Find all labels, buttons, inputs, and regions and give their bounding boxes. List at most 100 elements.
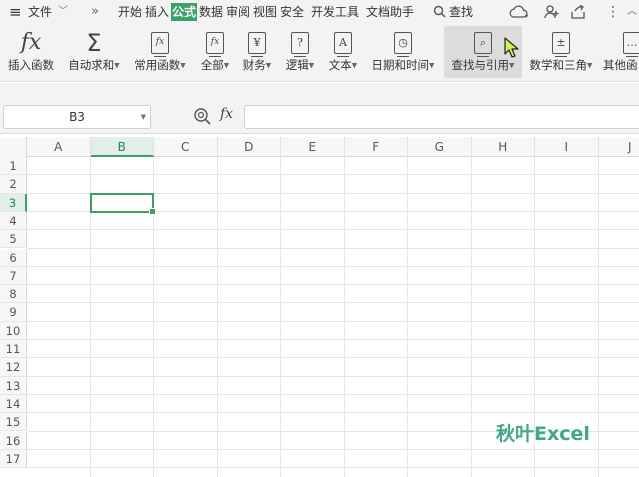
row-header-7[interactable]: 7 xyxy=(0,266,27,286)
row-header-5[interactable]: 5 xyxy=(0,230,27,249)
row-gridline xyxy=(27,467,639,469)
select-all-corner[interactable] xyxy=(0,137,27,157)
name-box[interactable]: B3 ▼ xyxy=(3,105,151,129)
row-header-8[interactable]: 8 xyxy=(0,285,27,304)
file-menu-caret-icon[interactable]: ﹀ xyxy=(58,0,68,24)
tab-security[interactable]: 安全 xyxy=(280,0,304,24)
more-functions-button[interactable]: … 其他函 xyxy=(603,26,639,78)
text-functions-button[interactable]: A 文本▼ xyxy=(324,26,362,78)
column-header-h[interactable]: H xyxy=(472,137,535,157)
row-gridline xyxy=(27,247,639,249)
formula-input[interactable] xyxy=(244,105,639,129)
chevron-down-icon: ▼ xyxy=(265,61,272,70)
formulas-ribbon: fx 插入函数 Σ 自动求和▼ fx 常用函数▼ fx 全部▼ ¥ 财务▼ ? … xyxy=(0,24,639,82)
math-icon: ± xyxy=(525,29,597,57)
insert-function-fx-icon[interactable]: fx xyxy=(220,106,233,122)
share-user-icon[interactable] xyxy=(543,0,561,24)
row-gridline xyxy=(27,229,639,231)
datetime-label: 日期和时间 xyxy=(371,58,430,72)
row-header-9[interactable]: 9 xyxy=(0,303,27,322)
column-gridline xyxy=(470,157,472,477)
tab-data[interactable]: 数据 xyxy=(199,0,223,24)
row-header-10[interactable]: 10 xyxy=(0,321,27,340)
text-icon: A xyxy=(324,29,362,57)
column-header-b[interactable]: B xyxy=(90,137,154,157)
row-header-3[interactable]: 3 xyxy=(0,193,27,212)
search-label[interactable]: 查找 xyxy=(449,0,473,24)
more-options-icon[interactable]: ⋮ xyxy=(606,0,620,24)
tab-formulas[interactable]: 公式 xyxy=(171,3,198,21)
row-header-16[interactable]: 16 xyxy=(0,431,27,450)
file-menu[interactable]: 文件 xyxy=(28,0,52,24)
lookup-reference-label: 查找与引用 xyxy=(451,58,510,72)
row-header-17[interactable]: 17 xyxy=(0,449,27,469)
all-functions-button[interactable]: fx 全部▼ xyxy=(196,26,234,78)
row-header-2[interactable]: 2 xyxy=(0,175,27,194)
all-functions-label: 全部 xyxy=(200,58,224,72)
row-header-13[interactable]: 13 xyxy=(0,376,27,395)
cloud-sync-icon[interactable]: ▾ xyxy=(508,0,530,24)
row-header-1[interactable]: 1 xyxy=(0,157,27,176)
tab-doc-assistant[interactable]: 文档助手 xyxy=(366,0,414,24)
logic-icon: ? xyxy=(281,29,319,57)
hamburger-menu-icon[interactable]: ≡ xyxy=(9,0,22,24)
row-header-14[interactable]: 14 xyxy=(0,394,27,414)
chevron-down-icon: ▼ xyxy=(351,61,358,70)
column-header-a[interactable]: A xyxy=(27,137,91,157)
chevron-down-icon: ▼ xyxy=(223,61,230,70)
column-header-j[interactable]: J xyxy=(599,137,639,157)
column-header-f[interactable]: F xyxy=(345,137,408,157)
zoom-formula-icon[interactable] xyxy=(193,107,213,127)
export-share-icon[interactable] xyxy=(569,0,587,24)
datetime-icon: ◷ xyxy=(367,29,439,57)
row-header-11[interactable]: 11 xyxy=(0,340,27,359)
sigma-icon: Σ xyxy=(86,29,102,57)
row-header-12[interactable]: 12 xyxy=(0,358,27,377)
chevron-down-icon[interactable]: ▼ xyxy=(141,106,146,128)
logic-functions-button[interactable]: ? 逻辑▼ xyxy=(281,26,319,78)
row-gridline xyxy=(27,393,639,395)
more-functions-icon: … xyxy=(623,29,639,57)
row-header-15[interactable]: 15 xyxy=(0,413,27,432)
row-gridline xyxy=(27,320,639,322)
chevron-down-icon: ▼ xyxy=(114,61,120,70)
insert-function-button[interactable]: fx 插入函数 xyxy=(2,26,60,78)
row-gridline xyxy=(27,265,639,267)
menu-bar: ≡ 文件 ﹀ » 开始 插入 公式 数据 审阅 视图 安全 开发工具 文档助手 … xyxy=(0,0,639,24)
tab-developer[interactable]: 开发工具 xyxy=(311,0,359,24)
column-header-d[interactable]: D xyxy=(218,137,281,157)
row-gridline xyxy=(27,302,639,304)
math-trig-functions-button[interactable]: ± 数学和三角▼ xyxy=(525,26,597,78)
toolbar-spacer xyxy=(0,83,639,101)
tab-home[interactable]: 开始 xyxy=(118,0,142,24)
column-header-c[interactable]: C xyxy=(154,137,218,157)
row-gridline xyxy=(27,174,639,176)
chevron-down-icon: ▼ xyxy=(587,61,593,70)
formula-bar: B3 ▼ fx xyxy=(0,101,639,134)
more-functions-label: 其他函 xyxy=(603,58,638,72)
tab-view[interactable]: 视图 xyxy=(253,0,277,24)
column-header-i[interactable]: I xyxy=(535,137,599,157)
finance-functions-button[interactable]: ¥ 财务▼ xyxy=(238,26,276,78)
tab-insert[interactable]: 插入 xyxy=(145,0,169,24)
tab-review[interactable]: 审阅 xyxy=(226,0,250,24)
finance-label: 财务 xyxy=(242,58,266,72)
datetime-functions-button[interactable]: ◷ 日期和时间▼ xyxy=(367,26,439,78)
more-tabs-icon[interactable]: » xyxy=(91,0,99,24)
name-box-value: B3 xyxy=(69,110,85,124)
search-icon[interactable] xyxy=(431,0,447,24)
column-header-e[interactable]: E xyxy=(281,137,345,157)
row-gridline xyxy=(27,448,639,450)
chevron-down-icon: ▼ xyxy=(429,61,435,70)
column-header-g[interactable]: G xyxy=(408,137,472,157)
fx-icon: fx xyxy=(20,30,42,55)
row-header-6[interactable]: 6 xyxy=(0,248,27,267)
autosum-button[interactable]: Σ 自动求和▼ xyxy=(62,26,126,78)
insert-function-label: 插入函数 xyxy=(8,58,54,72)
collapse-ribbon-icon[interactable]: ︿ xyxy=(625,0,639,24)
row-header-4[interactable]: 4 xyxy=(0,211,27,231)
chevron-down-icon: ▼ xyxy=(509,61,515,70)
selected-cell-b3[interactable] xyxy=(90,193,156,215)
logic-label: 逻辑 xyxy=(285,58,309,72)
common-functions-button[interactable]: fx 常用函数▼ xyxy=(129,26,191,78)
